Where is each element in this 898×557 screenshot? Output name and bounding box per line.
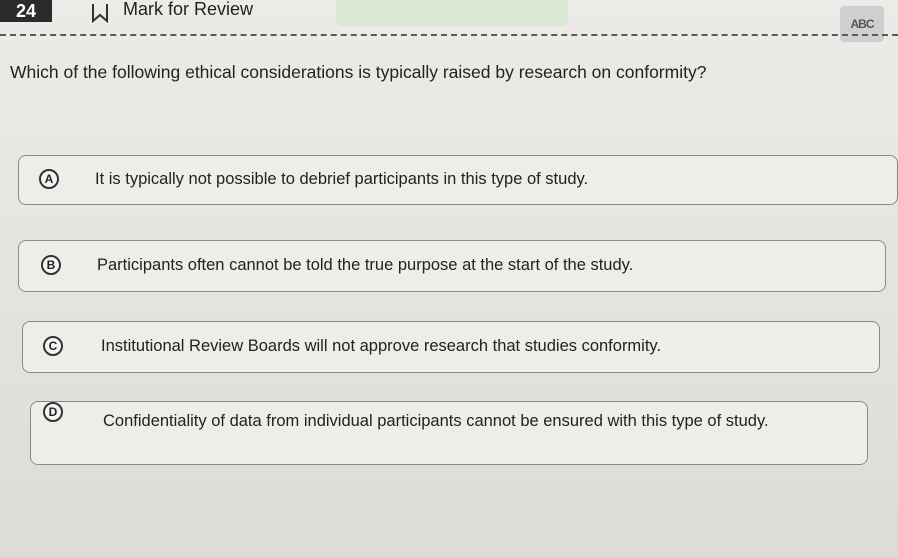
answer-options: A It is typically not possible to debrie…	[0, 0, 898, 557]
answer-option-a[interactable]: A It is typically not possible to debrie…	[18, 155, 898, 205]
option-text-d: Confidentiality of data from individual …	[103, 412, 769, 430]
option-letter-c: C	[43, 336, 63, 356]
option-letter-d: D	[43, 402, 63, 422]
option-letter-a: A	[39, 169, 59, 189]
answer-option-d[interactable]: D Confidentiality of data from individua…	[30, 401, 868, 465]
answer-option-c[interactable]: C Institutional Review Boards will not a…	[22, 321, 880, 373]
option-text-b: Participants often cannot be told the tr…	[97, 256, 634, 274]
option-text-a: It is typically not possible to debrief …	[95, 170, 589, 188]
option-letter-b: B	[41, 255, 61, 275]
option-text-c: Institutional Review Boards will not app…	[101, 337, 662, 355]
answer-option-b[interactable]: B Participants often cannot be told the …	[18, 240, 886, 292]
